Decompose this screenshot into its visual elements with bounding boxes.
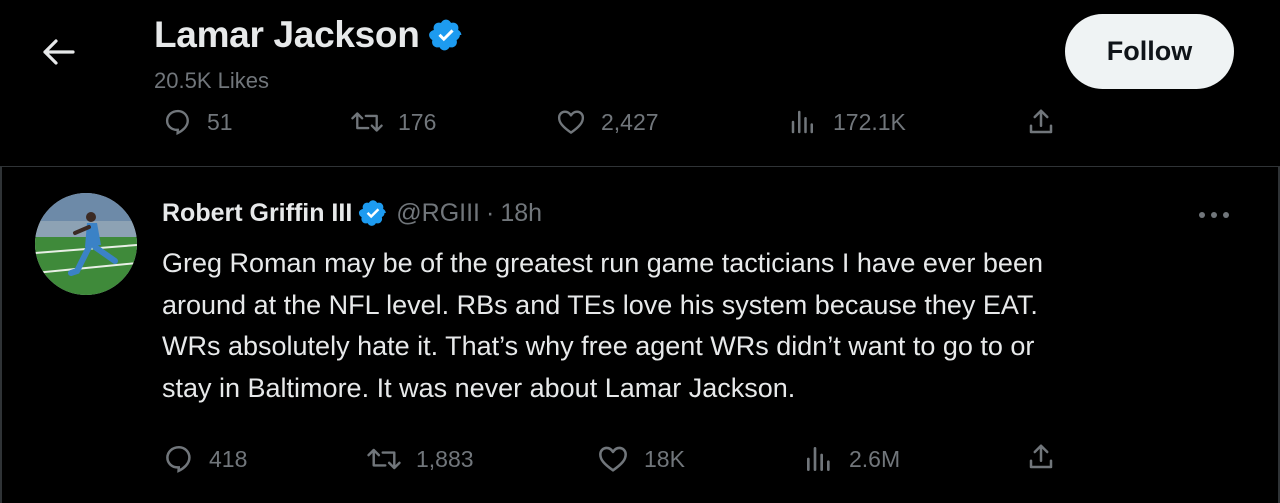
views-count: 172.1K [833, 108, 906, 135]
share-button[interactable] [1026, 106, 1056, 138]
views-count: 2.6M [849, 445, 901, 472]
like-icon [599, 446, 627, 472]
verified-badge-icon [428, 19, 461, 51]
profile-name: Lamar Jackson [154, 14, 420, 55]
verified-badge-icon [359, 200, 387, 226]
retweet-button[interactable]: 176 [350, 107, 436, 137]
back-button[interactable] [36, 32, 80, 72]
profile-likes-count: 20.5K Likes [154, 68, 269, 93]
reply-count: 418 [209, 445, 248, 472]
tweet-header: Robert Griffin III @RGIII · 18h [162, 198, 542, 228]
author-name[interactable]: Robert Griffin III [162, 199, 352, 228]
author-handle[interactable]: @RGIII [396, 199, 480, 228]
share-icon [1029, 109, 1053, 134]
like-icon [557, 110, 585, 134]
tweet-timestamp[interactable]: 18h [500, 199, 542, 228]
retweet-icon [351, 112, 383, 132]
tweet-text-line: stay in Baltimore. It was never about La… [162, 372, 796, 403]
tweet-divider [0, 166, 1280, 167]
reply-button[interactable]: 418 [163, 443, 247, 475]
back-arrow-icon [43, 39, 75, 65]
tweet-text: Greg Roman may be of the greatest run ga… [162, 243, 1222, 409]
share-icon [1029, 444, 1053, 469]
reply-icon [166, 445, 191, 473]
views-icon [807, 447, 830, 471]
like-button[interactable]: 18K [596, 443, 685, 475]
tweet-text-line: WRs absolutely hate it. That’s why free … [162, 331, 1035, 361]
retweet-icon [367, 448, 401, 470]
tweet-text-line: around at the NFL level. RBs and TEs lov… [162, 289, 1038, 320]
more-icon [1199, 212, 1229, 218]
retweet-count: 1,883 [416, 445, 474, 472]
avatar[interactable] [35, 193, 137, 295]
avatar-image [35, 193, 137, 295]
retweet-button[interactable]: 1,883 [366, 443, 474, 475]
more-options-button[interactable] [1194, 200, 1234, 230]
retweet-count: 176 [398, 108, 437, 135]
views-button[interactable]: 2.6M [803, 443, 900, 475]
views-icon [791, 110, 813, 134]
like-button[interactable]: 2,427 [555, 107, 659, 137]
dot-separator: · [486, 198, 495, 227]
like-count: 18K [644, 445, 685, 472]
reply-button[interactable]: 51 [163, 107, 233, 137]
header-title: Lamar Jackson [154, 14, 464, 56]
reply-icon [165, 109, 189, 135]
profile-header: Lamar Jackson 20.5K Likes Follow 51 176 … [0, 0, 1280, 166]
like-count: 2,427 [601, 108, 659, 135]
share-button[interactable] [1026, 441, 1056, 473]
tweet-text-line: Greg Roman may be of the greatest run ga… [162, 248, 1043, 278]
follow-button[interactable]: Follow [1065, 14, 1234, 89]
views-button[interactable]: 172.1K [787, 107, 906, 137]
reply-count: 51 [207, 108, 233, 135]
